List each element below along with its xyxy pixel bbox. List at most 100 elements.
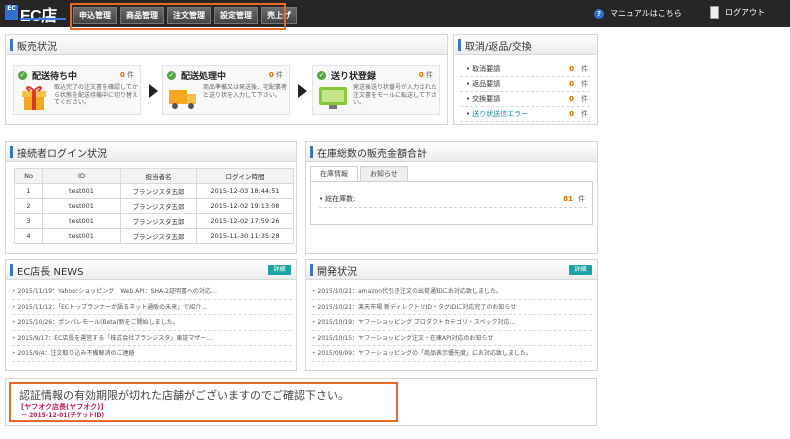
title-bar — [10, 264, 13, 276]
stock-label: 総在庫数: — [319, 195, 356, 203]
table-row: 3 test001 ブランジスタ五郎 2015-12-02 17:59:26 — [14, 213, 294, 229]
row-label: 送り状送信エラー — [466, 107, 528, 122]
table-row: 2 test001 ブランジスタ五郎 2015-12-02 19:13:08 — [14, 198, 294, 214]
list-item[interactable]: 2015/10/21：楽天市場 新ディレクトリID・タグIDに対応完了のお知らせ — [312, 300, 592, 315]
cancel-request-row[interactable]: 取消要請 0件 — [460, 62, 590, 77]
tracking-error-row[interactable]: 送り状送信エラー 0件 — [460, 107, 590, 122]
logo-mark: EC — [5, 5, 18, 20]
dev-status-title: 開発状況 — [317, 267, 357, 278]
list-item[interactable]: 2015/10/15：ヤフーショッピング注文・在庫API対応のお知らせ — [312, 331, 592, 346]
gift-box-icon — [22, 86, 46, 110]
tab-notices[interactable]: お知らせ — [360, 166, 408, 181]
row-count: 0 — [569, 80, 574, 88]
card-title: 配送待ち中 — [32, 72, 78, 82]
column-header: ログイン時間 — [196, 168, 294, 184]
exchange-request-row[interactable]: 交換要請 0件 — [460, 92, 590, 107]
panel-header: 在庫総数の販売金額合計 — [306, 142, 597, 162]
panel-header: 接続者ログイン状況 — [6, 142, 296, 162]
inventory-panel: 在庫総数の販売金額合計 在庫情報 お知らせ 総在庫数: 81 件 — [305, 141, 598, 254]
title-bar — [458, 39, 461, 51]
login-status-title: 接続者ログイン状況 — [17, 149, 107, 160]
list-item[interactable]: 2015/11/19：Yahoo!ショッピング Web API：SHA-2証明書… — [12, 284, 292, 300]
list-item[interactable]: 2015/10/19：ヤフーショッピング プロダクトカテゴリ・スペック対応… — [312, 315, 592, 331]
inventory-title: 在庫総数の販売金額合計 — [317, 149, 427, 160]
card-count: 0 件 — [418, 71, 433, 79]
table-row: 1 test001 ブランジスタ五郎 2015-12-03 18:44:51 — [14, 183, 294, 199]
list-item[interactable]: 2015/10/26：ポンパレモール(Beta)新をご開始しました。 — [12, 315, 292, 331]
card-description: 商品準備又は発送後、宅配業者と送り状を入力して下さい。 — [203, 84, 288, 99]
manual-link[interactable]: ? マニュアルはこちら — [594, 8, 682, 19]
stock-count: 81 — [563, 195, 573, 203]
list-item[interactable]: 2015/10/21：amazon代引き注文の出荷通知にお対応致しました。 — [312, 284, 592, 300]
inventory-tabs: 在庫情報 お知らせ — [310, 166, 408, 181]
stock-unit: 件 — [578, 195, 585, 203]
cell-time: 2015-12-03 18:44:51 — [196, 183, 294, 199]
card-description: 取込完了の注文書を確認してから状態を配送待機中に切り替えてください。 — [54, 84, 139, 106]
logout-icon — [710, 6, 719, 19]
cell-id: test001 — [42, 213, 121, 229]
card-count: 0 件 — [268, 71, 283, 79]
card-count: 0 件 — [119, 71, 134, 79]
row-count: 0 — [569, 95, 574, 103]
cell-time: 2015-12-02 17:59:26 — [196, 213, 294, 229]
row-unit: 件 — [581, 95, 588, 103]
card-processing-shipment[interactable]: ✓ 配送処理中 0 件 商品準備又は発送後、宅配業者と送り状を入力して下さい。 — [162, 65, 290, 115]
cell-time: 2015-12-02 19:13:08 — [196, 198, 294, 214]
list-item[interactable]: 2015/09/09：ヤフーショッピングの「商品表示優先度」にお対応致しました。 — [312, 346, 592, 362]
list-item[interactable]: 2015/11/12：「ECトップランナーが語るネット通販の未来」で紹介… — [12, 300, 292, 315]
panel-header: 開発状況 詳細 — [306, 260, 597, 280]
cell-no: 3 — [14, 213, 43, 229]
dev-list: 2015/10/21：amazon代引き注文の出荷通知にお対応致しました。 20… — [312, 284, 592, 362]
row-unit: 件 — [581, 80, 588, 88]
check-icon: ✓ — [18, 71, 27, 80]
cell-id: test001 — [42, 198, 121, 214]
title-bar — [10, 146, 13, 158]
cancel-list: 取消要請0件 返品要請0件 交換要請0件 送り状送信エラー0件 — [460, 62, 590, 122]
check-icon: ✓ — [317, 71, 326, 80]
panel-header: 販売状況 — [6, 35, 447, 55]
dev-more-button[interactable]: 詳細 — [569, 265, 592, 275]
total-stock-row: 総在庫数: 81 件 — [319, 192, 587, 208]
truck-icon — [169, 90, 196, 109]
sales-status-title: 販売状況 — [17, 42, 57, 53]
row-label: 取消要請 — [466, 62, 500, 77]
card-title: 配送処理中 — [181, 72, 227, 82]
cell-name: ブランジスタ五郎 — [120, 228, 197, 244]
list-item[interactable]: 2015/9/17：EC店長を運営する「株式会社ブランジスタ」東証マザー… — [12, 331, 292, 346]
cell-id: test001 — [42, 183, 121, 199]
logout-label: ログアウト — [725, 8, 765, 17]
sales-status-panel: 販売状況 ✓ 配送待ち中 0 件 取込完了の注文書を確認してから状態を配送待機中… — [5, 34, 448, 125]
dev-status-panel: 開発状況 詳細 2015/10/21：amazon代引き注文の出荷通知にお対応致し… — [305, 259, 598, 371]
row-label: 返品要請 — [466, 77, 500, 92]
list-item[interactable]: 2015/9/4：注文取り込み不備解消のご連絡 — [12, 346, 292, 362]
login-table: No ID 担当者名 ログイン時間 1 test001 ブランジスタ五郎 2015-1… — [14, 168, 294, 244]
return-request-row[interactable]: 返品要請 0件 — [460, 77, 590, 92]
row-count: 0 — [569, 110, 574, 118]
title-bar — [310, 264, 313, 276]
logout-link[interactable]: ログアウト — [710, 6, 765, 19]
cell-id: test001 — [42, 228, 121, 244]
cell-no: 4 — [14, 228, 43, 244]
nav-highlight — [70, 3, 286, 30]
card-awaiting-shipment[interactable]: ✓ 配送待ち中 0 件 取込完了の注文書を確認してから状態を配送待機中に切り替え… — [13, 65, 141, 115]
cell-time: 2015-11-30 11:35:28 — [196, 228, 294, 244]
title-bar — [10, 39, 13, 51]
news-title: EC店長 NEWS — [17, 267, 84, 278]
cancel-return-panel: 取消/返品/交換 取消要請0件 返品要請0件 交換要請0件 送り状送信エラー0件 — [453, 34, 598, 125]
tab-inventory-info[interactable]: 在庫情報 — [310, 166, 358, 181]
app-logo[interactable]: EC EC店長 — [5, 3, 66, 49]
cell-no: 1 — [14, 183, 43, 199]
card-title: 送り状登録 — [331, 72, 377, 82]
manual-label: マニュアルはこちら — [610, 9, 682, 18]
table-header-row: No ID 担当者名 ログイン時間 — [14, 168, 294, 184]
card-tracking-registration[interactable]: ✓ 送り状登録 0 件 発送後送り状番号が入力された注文書をモールに転送して下さ… — [312, 65, 440, 115]
cell-name: ブランジスタ五郎 — [120, 198, 197, 214]
table-row: 4 test001 ブランジスタ五郎 2015-11-30 11:35:28 — [14, 228, 294, 244]
news-panel: EC店長 NEWS 詳細 2015/11/19：Yahoo!ショッピング Web … — [5, 259, 297, 371]
inventory-tab-body: 総在庫数: 81 件 — [310, 181, 593, 225]
check-icon: ✓ — [167, 71, 176, 80]
cell-no: 2 — [14, 198, 43, 214]
notice-highlight — [9, 382, 398, 422]
arrow-right-icon — [149, 84, 158, 98]
news-more-button[interactable]: 詳細 — [268, 265, 291, 275]
